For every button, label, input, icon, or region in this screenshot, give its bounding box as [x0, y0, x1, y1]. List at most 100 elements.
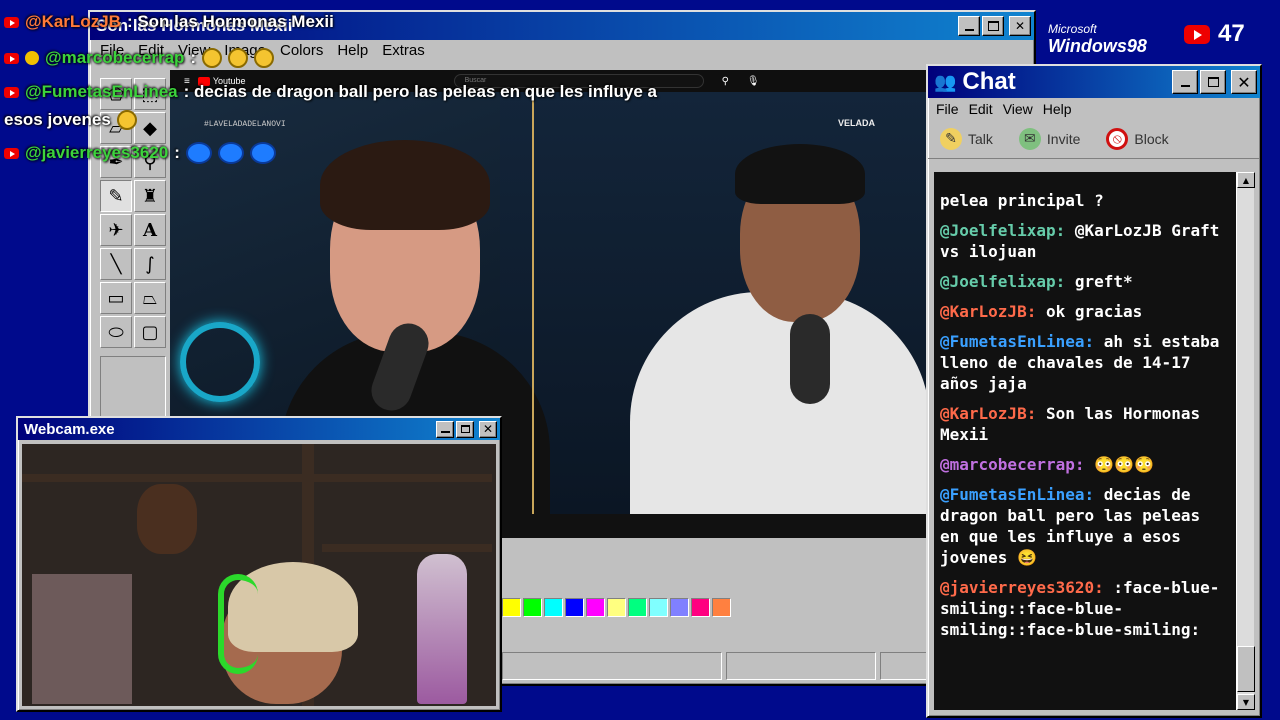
brush-icon[interactable]: ♜ — [134, 180, 166, 212]
chat-scrollbar[interactable]: ▲ ▼ — [1236, 172, 1255, 710]
palette-swatch[interactable] — [691, 598, 710, 617]
close-icon: ✕ — [1237, 72, 1251, 92]
palette-swatch[interactable] — [607, 598, 626, 617]
palette-swatch[interactable] — [712, 598, 731, 617]
palette-swatch[interactable] — [649, 598, 668, 617]
flushed-emoji-icon — [254, 48, 275, 68]
polygon-icon[interactable]: ⏢ — [134, 282, 166, 314]
talk-button[interactable]: ✎ Talk — [940, 128, 993, 150]
chat-username[interactable]: @Joelfelixap: — [940, 221, 1065, 240]
figure — [417, 554, 467, 704]
host-right-hair — [735, 144, 865, 204]
viewer-count: 47 — [1218, 20, 1245, 47]
palette-swatch[interactable] — [670, 598, 689, 617]
chat-username[interactable]: @marcobecerrap: — [940, 455, 1085, 474]
chat-username[interactable]: @FumetasEnLinea: — [940, 332, 1094, 351]
status-cell — [502, 652, 722, 680]
maximize-button[interactable] — [1200, 70, 1226, 94]
tool-options[interactable] — [100, 356, 166, 420]
search-icon[interactable]: ⚲ — [722, 76, 729, 87]
minimize-button[interactable] — [436, 420, 454, 438]
close-icon: ✕ — [482, 422, 494, 436]
fill-icon[interactable]: ◆ — [134, 112, 166, 144]
overlay-user: @KarLozJB — [25, 12, 121, 31]
chat-menubar: File Edit View Help — [928, 98, 1260, 120]
velada-logo: VELADA — [838, 118, 876, 128]
overlay-text: esos jovenes — [4, 110, 111, 129]
close-button[interactable]: ✕ — [1009, 16, 1031, 36]
palette-swatch[interactable] — [523, 598, 542, 617]
mic-icon[interactable]: 🎙 — [747, 76, 760, 87]
curve-icon[interactable]: ∫ — [134, 248, 166, 280]
minimize-icon — [1180, 85, 1190, 87]
face-blue-smiling-icon — [217, 142, 244, 164]
maximize-button[interactable] — [982, 16, 1004, 36]
maximize-icon — [460, 425, 470, 433]
chat-username[interactable]: @KarLozJB: — [940, 302, 1036, 321]
chat-menu-file[interactable]: File — [936, 101, 959, 117]
chat-log[interactable]: pelea principal ? @Joelfelixap: @KarLozJB… — [934, 172, 1236, 710]
overlay-text: : Son las Hormonas Mexii — [126, 12, 334, 31]
rectangle-icon[interactable]: ▭ — [100, 282, 132, 314]
chat-message: @Joelfelixap: @KarLozJB Graft vs ilojuan — [940, 220, 1228, 262]
minimize-button[interactable] — [1172, 70, 1198, 94]
rounded-rect-icon[interactable]: ▢ — [134, 316, 166, 348]
text-icon[interactable]: A — [134, 214, 166, 246]
maximize-button[interactable] — [456, 420, 474, 438]
chat-username[interactable]: @KarLozJB: — [940, 404, 1036, 423]
chat-titlebar[interactable]: 👥 Chat ✕ — [928, 66, 1260, 98]
palette-swatch[interactable] — [544, 598, 563, 617]
block-button[interactable]: ⦸ Block — [1106, 128, 1169, 150]
block-icon: ⦸ — [1106, 128, 1129, 150]
minimize-icon — [964, 29, 974, 31]
line-icon[interactable]: ╲ — [100, 248, 132, 280]
chat-username[interactable]: @FumetasEnLinea: — [940, 485, 1094, 504]
minimize-icon — [440, 431, 450, 433]
webcam-titlebar[interactable]: Webcam.exe ✕ — [18, 418, 500, 440]
palette-swatch[interactable] — [628, 598, 647, 617]
shelf — [22, 474, 492, 482]
chat-window: 👥 Chat ✕ File Edit View Help ✎ Talk ✉ In… — [926, 64, 1262, 718]
youtube-icon — [4, 147, 19, 159]
airbrush-icon[interactable]: ✈ — [100, 214, 132, 246]
overlay-message: @KarLozJB : Son las Hormonas Mexii — [4, 12, 334, 32]
chat-username[interactable]: @javierreyes3620: — [940, 578, 1104, 597]
webcam-feed — [22, 444, 496, 706]
palette-swatch[interactable] — [565, 598, 584, 617]
pencil-icon[interactable]: ✎ — [100, 180, 132, 212]
minimize-button[interactable] — [958, 16, 980, 36]
ellipse-icon[interactable]: ⬭ — [100, 316, 132, 348]
chat-menu-view[interactable]: View — [1003, 101, 1033, 117]
maximize-icon — [987, 21, 999, 31]
close-button[interactable]: ✕ — [1231, 70, 1257, 94]
close-button[interactable]: ✕ — [479, 420, 497, 438]
close-icon: ✕ — [1014, 19, 1026, 33]
scroll-thumb[interactable] — [1237, 646, 1255, 692]
menu-colors[interactable]: Colors — [280, 42, 323, 59]
windows98-logo: Microsoft Windows98 — [1048, 22, 1147, 57]
flushed-emoji-icon — [202, 48, 223, 68]
chat-text: greft* — [1074, 272, 1133, 291]
chat-menu-help[interactable]: Help — [1043, 101, 1072, 117]
chat-message: pelea principal ? — [940, 190, 1228, 211]
palette-swatch[interactable] — [586, 598, 605, 617]
chat-toolbar: ✎ Talk ✉ Invite ⦸ Block — [928, 120, 1260, 159]
chat-menu-edit[interactable]: Edit — [969, 101, 993, 117]
menu-extras[interactable]: Extras — [382, 42, 425, 59]
menu-help[interactable]: Help — [337, 42, 368, 59]
overlay-message-continued: esos jovenes — [4, 110, 137, 130]
chat-text: pelea principal ? — [940, 191, 1104, 210]
viewer-counter: 47 — [1184, 20, 1245, 48]
youtube-icon — [1184, 24, 1210, 44]
split-divider — [532, 92, 534, 514]
host-left-hair — [320, 140, 490, 230]
flushed-emoji-icon — [228, 48, 249, 68]
overlay-message: @FumetasEnLinea : decias de dragon ball … — [4, 82, 657, 102]
face-blue-smiling-icon — [185, 142, 212, 164]
youtube-icon — [4, 52, 19, 64]
scroll-down-icon[interactable]: ▼ — [1237, 694, 1255, 710]
chat-username[interactable]: @Joelfelixap: — [940, 272, 1065, 291]
invite-button[interactable]: ✉ Invite — [1018, 128, 1080, 150]
scroll-up-icon[interactable]: ▲ — [1237, 172, 1255, 188]
palette-swatch[interactable] — [502, 598, 521, 617]
